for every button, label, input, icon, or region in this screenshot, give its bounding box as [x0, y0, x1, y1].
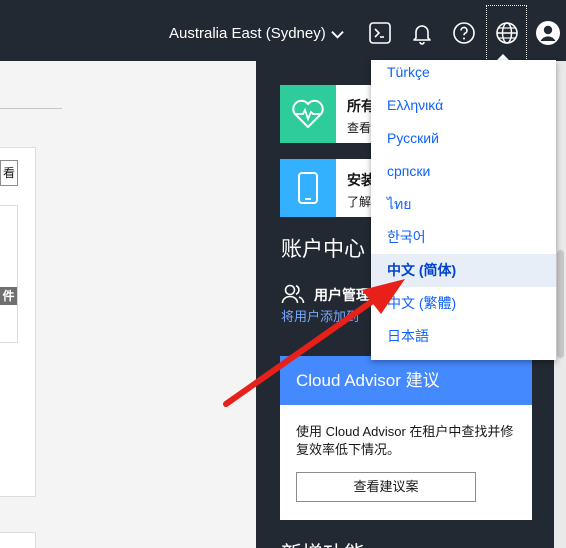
- user-management-title[interactable]: 用户管理: [314, 285, 370, 305]
- user-management-link[interactable]: 将用户添加到: [281, 306, 359, 325]
- divider: [0, 108, 62, 109]
- help-icon: [453, 22, 475, 44]
- user-icon: [536, 21, 560, 45]
- main-content-area: [0, 61, 256, 548]
- cloud-advisor-description: 使用 Cloud Advisor 在租户中查找并修复效率低下情况。: [296, 424, 514, 457]
- content-card-lower: [0, 532, 36, 548]
- mobile-phone-icon: [280, 159, 336, 217]
- language-option-thai[interactable]: ไทย: [371, 188, 556, 221]
- region-label: Australia East (Sydney): [169, 25, 326, 42]
- language-option-greek[interactable]: Ελληνικά: [371, 89, 556, 122]
- language-option-chinese-traditional[interactable]: 中文 (繁體): [371, 287, 556, 320]
- scrollbar-thumb[interactable]: [557, 250, 564, 358]
- heart-pulse-icon: [280, 85, 336, 143]
- language-button[interactable]: [486, 5, 527, 61]
- tile-subtitle: 查看: [347, 121, 372, 135]
- language-option-chinese-simplified[interactable]: 中文 (简体): [371, 254, 556, 287]
- language-option-korean[interactable]: 한국어: [371, 221, 556, 254]
- bell-icon: [413, 25, 431, 45]
- help-button[interactable]: [448, 17, 480, 49]
- new-features-heading: 新增功能: [281, 538, 365, 548]
- partial-button[interactable]: 看: [0, 160, 18, 186]
- cloud-advisor-card: Cloud Advisor 建议 使用 Cloud Advisor 在租户中查找…: [280, 356, 532, 520]
- cloud-shell-button[interactable]: [364, 17, 396, 49]
- chevron-down-icon: [331, 31, 344, 39]
- language-option-turkish[interactable]: Türkçe: [371, 56, 556, 89]
- view-recommendations-button[interactable]: 查看建议案: [296, 472, 476, 502]
- language-option-serbian[interactable]: српски: [371, 155, 556, 188]
- profile-button[interactable]: [532, 17, 564, 49]
- partial-tag: 件: [0, 287, 17, 305]
- cloud-advisor-title: Cloud Advisor 建议: [280, 356, 532, 405]
- language-option-russian[interactable]: Русский: [371, 122, 556, 155]
- language-option-japanese[interactable]: 日本語: [371, 320, 556, 353]
- inner-panel: [0, 205, 18, 343]
- language-menu: Türkçe Ελληνικά Русский српски ไทย 한국어 中…: [371, 60, 556, 360]
- terminal-icon: [369, 22, 391, 44]
- notifications-button[interactable]: [406, 17, 438, 49]
- globe-icon: [495, 22, 518, 44]
- region-selector[interactable]: Australia East (Sydney): [169, 24, 344, 44]
- account-center-heading: 账户中心: [281, 238, 365, 261]
- tile-subtitle: 了解: [347, 195, 372, 209]
